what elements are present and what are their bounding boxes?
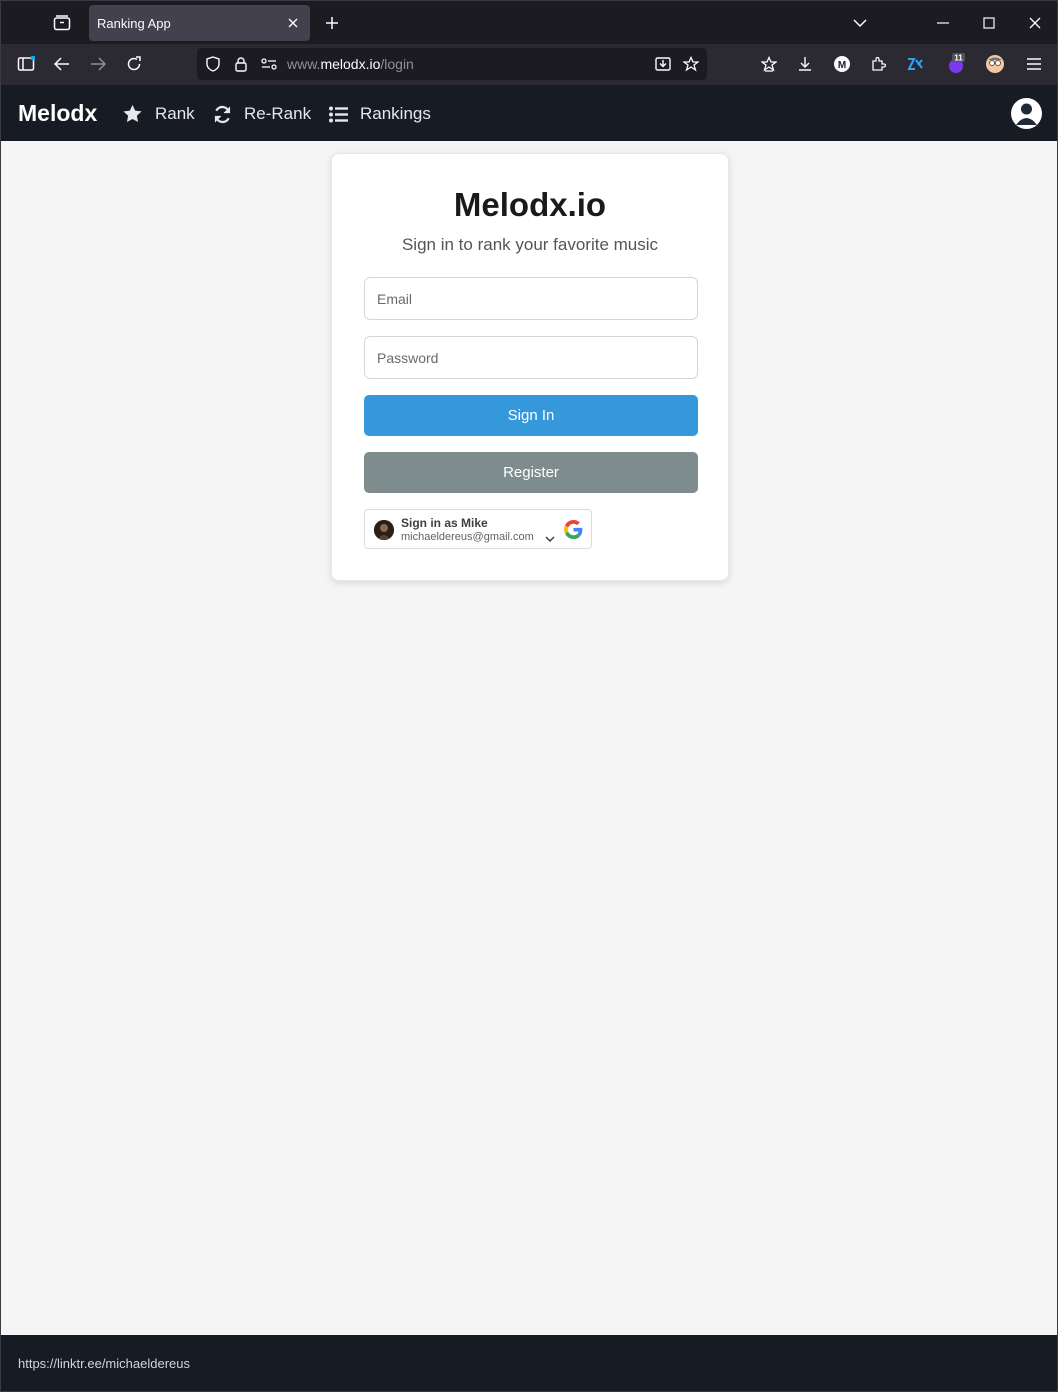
login-subtitle: Sign in to rank your favorite music [401, 235, 659, 254]
bookmark-star-icon[interactable] [680, 53, 702, 75]
nav-rank-label: Rank [155, 104, 195, 123]
lock-icon[interactable] [230, 53, 252, 75]
list-icon [329, 106, 348, 122]
star-icon [123, 104, 142, 122]
profile-button[interactable] [1011, 98, 1042, 129]
nav-re-rank-label: Re-Rank [244, 104, 312, 123]
nav-rank[interactable]: Rank [122, 102, 195, 126]
google-sign-in-button[interactable]: Sign in as Mike michaeldereus@gmail.com [364, 509, 592, 549]
url-text: www.melodx.io/login [287, 56, 414, 72]
account-avatar-icon[interactable] [984, 53, 1006, 75]
install-app-icon[interactable] [652, 53, 674, 75]
login-card: Melodx.io Sign in to rank your favorite … [331, 153, 729, 581]
register-button[interactable]: Register [364, 452, 698, 493]
tab-title: Ranking App [97, 15, 171, 31]
svg-text:11: 11 [954, 54, 963, 63]
forward-icon[interactable] [85, 51, 111, 77]
pocket-icon[interactable] [758, 53, 780, 75]
google-logo-icon [564, 520, 583, 544]
maximize-icon[interactable] [976, 10, 1002, 36]
zotero-extension-icon[interactable] [904, 53, 926, 75]
close-window-icon[interactable] [1022, 10, 1048, 36]
refresh-icon [214, 105, 231, 123]
nav-rankings-label: Rankings [360, 104, 431, 123]
svg-text:M: M [838, 60, 846, 71]
status-bar: https://linktr.ee/michaeldereus [0, 1335, 1058, 1392]
m-extension-icon[interactable]: M [831, 53, 853, 75]
browser-tab[interactable]: Ranking App [89, 5, 310, 41]
user-icon [1011, 98, 1042, 129]
login-title: Melodx.io [453, 186, 607, 223]
browser-tab-bar: Ranking App [0, 0, 1058, 44]
menu-hamburger-icon[interactable] [1023, 53, 1045, 75]
tab-list-chevron-icon[interactable] [847, 10, 873, 36]
sidebar-toggle-icon[interactable] [13, 51, 39, 77]
reload-icon[interactable] [121, 51, 147, 77]
back-icon[interactable] [49, 51, 75, 77]
badge-extension-icon[interactable]: 11 [945, 53, 967, 75]
google-account-email: michaeldereus@gmail.com [401, 531, 534, 543]
downloads-icon[interactable] [794, 53, 816, 75]
google-account-name: Sign in as Mike [401, 516, 488, 530]
tracking-shield-icon[interactable] [202, 53, 224, 75]
sign-in-button[interactable]: Sign In [364, 395, 698, 436]
chevron-down-icon[interactable] [545, 530, 555, 548]
nav-rankings[interactable]: Rankings [329, 102, 431, 126]
permissions-icon[interactable] [258, 53, 280, 75]
password-input[interactable] [364, 336, 698, 379]
email-input[interactable] [364, 277, 698, 320]
nav-re-rank[interactable]: Re-Rank [213, 102, 311, 126]
close-tab-icon[interactable] [284, 14, 302, 32]
page-content: Melodx.io Sign in to rank your favorite … [0, 141, 1058, 1335]
extensions-puzzle-icon[interactable] [867, 53, 889, 75]
url-bar[interactable]: www.melodx.io/login [197, 48, 707, 80]
google-account-avatar [374, 520, 394, 540]
minimize-icon[interactable] [930, 10, 956, 36]
status-link-text: https://linktr.ee/michaeldereus [18, 1356, 190, 1371]
app-header: Melodx Rank Re-Rank Rankings [0, 85, 1058, 141]
tab-overview-icon[interactable] [49, 10, 75, 36]
new-tab-icon[interactable] [320, 11, 344, 35]
brand-logo[interactable]: Melodx [18, 100, 97, 127]
browser-toolbar: www.melodx.io/login M 11 [0, 44, 1058, 85]
